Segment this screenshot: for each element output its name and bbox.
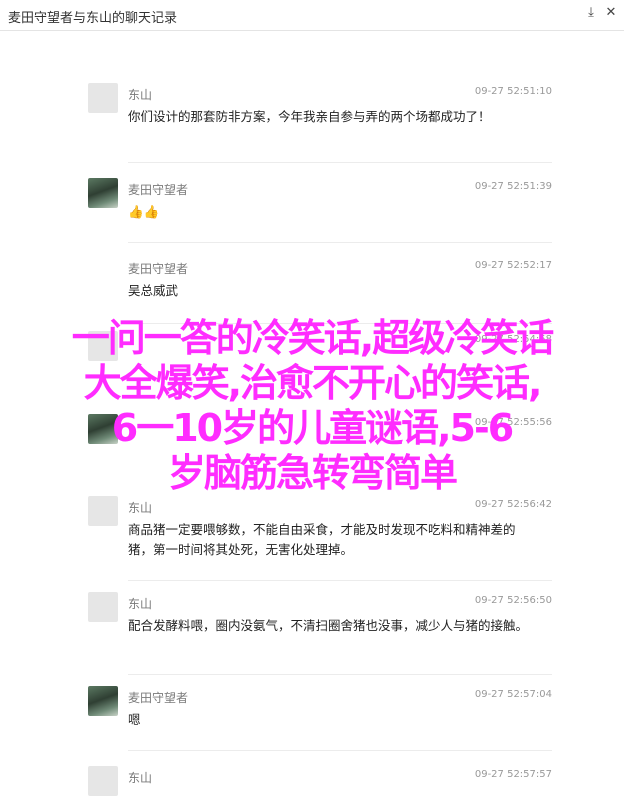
message-time: 09-27 52:51:10 [474, 86, 552, 97]
avatar[interactable] [88, 414, 118, 444]
sender-name[interactable]: 东山 [128, 595, 152, 612]
window-title: 麦田守望者与东山的聊天记录 [8, 11, 178, 26]
message-time: 09-27 52:56:50 [474, 595, 552, 606]
message-text: 嗯 [128, 712, 141, 727]
message-text: 👍👍 [128, 204, 160, 219]
sender-name[interactable]: 东山 [128, 499, 152, 516]
chat-history[interactable]: 东山 09-27 52:51:10 你们设计的那套防非方案，今年我亲自参与弄的两… [0, 31, 624, 796]
avatar[interactable] [88, 592, 118, 622]
avatar[interactable] [88, 178, 118, 208]
message-divider [128, 162, 552, 163]
avatar[interactable] [88, 766, 118, 796]
message-time: 09-27 52:52:17 [474, 260, 552, 271]
message-time: 09-27 52:57:57 [474, 769, 552, 780]
message-text: 吴总威武 [128, 283, 179, 298]
sender-name[interactable]: 麦田守望者 [128, 260, 188, 277]
message-time: 09-27 52:51:39 [474, 181, 552, 192]
avatar[interactable] [88, 686, 118, 716]
message-divider [128, 580, 552, 581]
minimize-icon[interactable]: ⤓ [582, 4, 600, 22]
message-time: 09-27 52:56:42 [474, 499, 552, 510]
message-divider [128, 242, 552, 243]
title-bar: 麦田守望者与东山的聊天记录 ⤓ ✕ [0, 0, 624, 31]
avatar[interactable] [88, 331, 118, 361]
message-time: 09-27 52:55:56 [474, 417, 552, 428]
sender-name[interactable]: 东山 [128, 769, 152, 786]
message-text: 你们设计的那套防非方案，今年我亲自参与弄的两个场都成功了！ [128, 109, 491, 124]
message-text: 商品猪一定要喂够数，不能自由采食，才能及时发现不吃料和精神差的猪，第一时间将其处… [128, 522, 516, 557]
message-time: 09-27 52:57:04 [474, 689, 552, 700]
close-icon[interactable]: ✕ [602, 4, 620, 22]
message-divider [128, 750, 552, 751]
message-divider [128, 323, 552, 324]
sender-name[interactable]: 东山 [128, 86, 152, 103]
message-text: 配合发酵料喂，圈内没氨气，不清扫圈舍猪也没事，减少人与猪的接触。 [128, 618, 529, 633]
message-time: 09-27 52:54:58 [474, 334, 552, 345]
avatar[interactable] [88, 83, 118, 113]
sender-name[interactable]: 麦田守望者 [128, 689, 188, 706]
sender-name[interactable]: 麦田守望者 [128, 181, 188, 198]
avatar[interactable] [88, 496, 118, 526]
message-divider [128, 674, 552, 675]
